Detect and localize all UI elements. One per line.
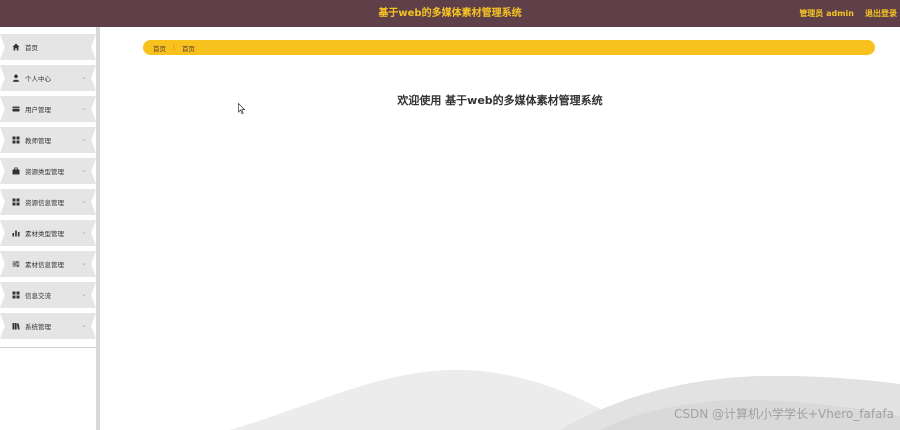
grid-icon — [11, 197, 21, 207]
sidebar: 首页 个人中心 ⌄ 用户管理 ⌄ 教师管理 ⌄ 资源类型管理 ⌄ 资源信息管理 … — [0, 27, 100, 430]
current-user-label: 管理员 admin — [799, 9, 854, 18]
watermark: CSDN @计算机小学学长+Vhero_fafafa — [673, 407, 894, 421]
sidebar-item-label: 用户管理 — [25, 106, 51, 114]
chevron-down-icon: ⌄ — [81, 73, 87, 81]
sidebar-item-label: 资源信息管理 — [25, 199, 64, 207]
sidebar-item-personal-center[interactable]: 个人中心 ⌄ — [0, 65, 96, 91]
top-header-bar: 基于web的多媒体素材管理系统 管理员 admin 退出登录 — [0, 0, 900, 27]
logout-link[interactable]: 退出登录 — [865, 0, 897, 27]
breadcrumb-current: 首页 — [182, 44, 195, 53]
sidebar-item-label: 个人中心 — [25, 75, 51, 83]
grid-icon — [11, 290, 21, 300]
chevron-down-icon: ⌄ — [81, 259, 87, 267]
sidebar-item-label: 系统管理 — [25, 323, 51, 331]
sidebar-item-user-management[interactable]: 用户管理 ⌄ — [0, 96, 96, 122]
sidebar-item-home[interactable]: 首页 — [0, 34, 96, 60]
sidebar-item-label: 素材类型管理 — [25, 230, 64, 238]
sidebar-item-resource-info[interactable]: 资源信息管理 ⌄ — [0, 189, 96, 215]
welcome-heading: 欢迎使用 基于web的多媒体素材管理系统 — [397, 94, 603, 107]
sidebar-item-communication[interactable]: 信息交流 ⌄ — [0, 282, 96, 308]
chevron-down-icon: ⌄ — [81, 290, 87, 298]
mouse-cursor-icon — [238, 103, 246, 114]
chevron-down-icon: ⌄ — [81, 104, 87, 112]
sliders-icon — [11, 259, 21, 269]
sidebar-item-label: 首页 — [25, 44, 38, 52]
chevron-down-icon: ⌄ — [81, 166, 87, 174]
chevron-down-icon: ⌄ — [81, 228, 87, 236]
user-icon — [11, 73, 21, 83]
sidebar-item-label: 素材信息管理 — [25, 261, 64, 269]
sidebar-item-resource-type[interactable]: 资源类型管理 ⌄ — [0, 158, 96, 184]
book-icon — [11, 321, 21, 331]
breadcrumb-home-link[interactable]: 首页 — [153, 43, 166, 53]
sidebar-item-material-type[interactable]: 素材类型管理 ⌄ — [0, 220, 96, 246]
breadcrumb-separator: ⋮ — [171, 44, 177, 51]
sidebar-menu: 首页 个人中心 ⌄ 用户管理 ⌄ 教师管理 ⌄ 资源类型管理 ⌄ 资源信息管理 … — [0, 34, 96, 348]
sidebar-item-label: 信息交流 — [25, 292, 51, 300]
app-title: 基于web的多媒体素材管理系统 — [378, 8, 522, 19]
sidebar-item-material-info[interactable]: 素材信息管理 ⌄ — [0, 251, 96, 277]
breadcrumb: 首页 ⋮ 首页 — [143, 40, 875, 55]
sidebar-item-label: 资源类型管理 — [25, 168, 64, 176]
decorative-wave-background — [230, 369, 900, 430]
home-icon — [11, 42, 21, 52]
card-icon — [11, 104, 21, 114]
sidebar-item-label: 教师管理 — [25, 137, 51, 145]
sidebar-item-teacher-management[interactable]: 教师管理 ⌄ — [0, 127, 96, 153]
briefcase-icon — [11, 166, 21, 176]
chevron-down-icon: ⌄ — [81, 197, 87, 205]
grid-icon — [11, 135, 21, 145]
chevron-down-icon: ⌄ — [81, 321, 87, 329]
bar-chart-icon — [11, 228, 21, 238]
sidebar-item-system-management[interactable]: 系统管理 ⌄ — [0, 313, 96, 339]
chevron-down-icon: ⌄ — [81, 135, 87, 143]
